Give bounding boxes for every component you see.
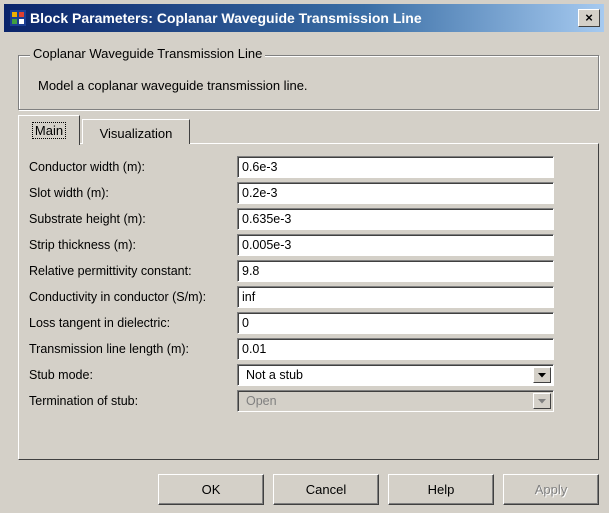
block-description: Model a coplanar waveguide transmission …: [38, 78, 308, 93]
close-icon: ×: [585, 10, 593, 25]
chevron-down-icon[interactable]: [533, 367, 551, 383]
title-bar[interactable]: Block Parameters: Coplanar Waveguide Tra…: [4, 4, 604, 32]
conductor-width-field[interactable]: 0.6e-3: [237, 156, 554, 178]
group-title: Coplanar Waveguide Transmission Line: [30, 46, 266, 61]
strip-thickness-label: Strip thickness (m):: [29, 238, 136, 252]
conductor-width-label: Conductor width (m):: [29, 160, 146, 174]
loss-tangent-field[interactable]: 0: [237, 312, 554, 334]
substrate-height-label: Substrate height (m):: [29, 212, 146, 226]
slot-width-value: 0.2e-3: [242, 186, 278, 200]
substrate-height-value: 0.635e-3: [242, 212, 292, 226]
relative-permittivity-value: 9.8: [242, 264, 260, 278]
relative-permittivity-label: Relative permittivity constant:: [29, 264, 192, 278]
conductivity-field[interactable]: inf: [237, 286, 554, 308]
block-parameters-dialog: Block Parameters: Coplanar Waveguide Tra…: [0, 0, 609, 513]
window-title: Block Parameters: Coplanar Waveguide Tra…: [30, 10, 422, 26]
strip-thickness-value: 0.005e-3: [242, 238, 292, 252]
relative-permittivity-field[interactable]: 9.8: [237, 260, 554, 282]
apply-button: Apply: [503, 474, 599, 505]
stub-mode-value: Not a stub: [246, 368, 303, 382]
line-length-value: 0.01: [242, 342, 267, 356]
simulink-block-icon: [10, 10, 26, 26]
strip-thickness-field[interactable]: 0.005e-3: [237, 234, 554, 256]
tab-visualization[interactable]: Visualization: [82, 119, 190, 144]
chevron-down-icon: [533, 393, 551, 409]
loss-tangent-value: 0: [242, 316, 249, 330]
termination-label: Termination of stub:: [29, 394, 139, 408]
close-button[interactable]: ×: [578, 9, 600, 27]
stub-mode-label: Stub mode:: [29, 368, 93, 382]
tab-main-label: Main: [31, 122, 67, 139]
ok-button[interactable]: OK: [158, 474, 264, 505]
conductor-width-value: 0.6e-3: [242, 160, 278, 174]
slot-width-field[interactable]: 0.2e-3: [237, 182, 554, 204]
tab-main[interactable]: Main: [18, 115, 80, 145]
slot-width-label: Slot width (m):: [29, 186, 109, 200]
tab-visualization-label: Visualization: [99, 126, 173, 141]
termination-value: Open: [246, 394, 277, 408]
help-button[interactable]: Help: [388, 474, 494, 505]
termination-select: Open: [237, 390, 554, 412]
loss-tangent-label: Loss tangent in dielectric:: [29, 316, 171, 330]
substrate-height-field[interactable]: 0.635e-3: [237, 208, 554, 230]
conductivity-label: Conductivity in conductor (S/m):: [29, 290, 207, 304]
cancel-button[interactable]: Cancel: [273, 474, 379, 505]
stub-mode-select[interactable]: Not a stub: [237, 364, 554, 386]
line-length-field[interactable]: 0.01: [237, 338, 554, 360]
conductivity-value: inf: [242, 290, 256, 304]
line-length-label: Transmission line length (m):: [29, 342, 190, 356]
